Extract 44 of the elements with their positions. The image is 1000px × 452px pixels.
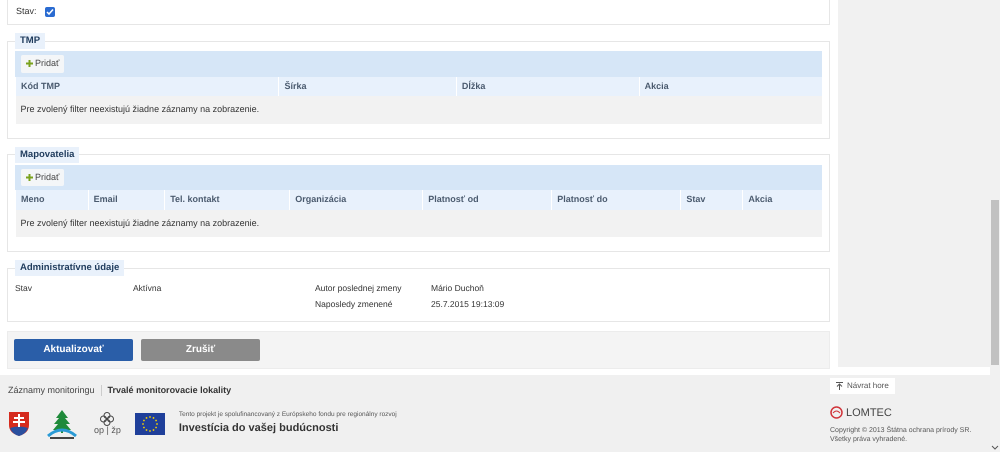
field-value: Mário Duchoň: [431, 282, 485, 295]
clover-icon: [100, 412, 114, 426]
tree-logo-icon: [44, 408, 80, 440]
plus-icon: [26, 60, 33, 68]
section-title: Mapovatelia: [15, 146, 80, 162]
back-to-top-button[interactable]: Návrat hore: [830, 378, 895, 394]
column-header[interactable]: Email: [88, 190, 165, 210]
column-header[interactable]: Meno: [16, 190, 88, 210]
eu-flag-icon: [134, 412, 165, 434]
logo-text: op | žp: [94, 426, 121, 435]
field-value: 25.7.2015 19:13:09: [431, 298, 506, 310]
field-label: Autor poslednej zmeny: [315, 282, 402, 295]
footer-link[interactable]: Trvalé monitorovacie lokality: [108, 384, 232, 398]
coat-of-arms-icon: [8, 410, 30, 436]
update-button[interactable]: Aktualizovať: [14, 338, 133, 360]
slogan: Investícia do vašej budúcnosti: [178, 421, 340, 436]
scrollbar-drawing[interactable]: [990, 0, 1000, 452]
footer-link[interactable]: Záznamy monitoringu: [8, 384, 95, 398]
field-value: Aktívna: [133, 282, 162, 295]
column-header[interactable]: Šírka: [278, 76, 456, 96]
column-header[interactable]: Stav: [680, 190, 743, 210]
empty-message: Pre zvolený filter neexistujú žiadne záznamy na zobrazenie.: [16, 210, 822, 237]
add-button[interactable]: Pridať: [21, 168, 64, 186]
field-label: Stav:: [16, 5, 37, 18]
column-header[interactable]: Platnosť do: [552, 190, 681, 210]
section-title: TMP: [15, 33, 46, 49]
column-header[interactable]: Platnosť od: [422, 190, 552, 210]
plus-icon: [26, 174, 33, 181]
add-button[interactable]: Pridať: [21, 55, 64, 72]
column-header[interactable]: Tel. kontakt: [164, 190, 290, 210]
arrow-up-icon: [836, 382, 843, 390]
column-header[interactable]: Akcia: [639, 76, 822, 96]
field-label: Stav: [15, 282, 34, 295]
empty-message: Pre zvolený filter neexistujú žiadne záznamy na zobrazenie.: [16, 96, 822, 124]
column-header[interactable]: Organizácia: [290, 190, 423, 210]
checkbox[interactable]: [44, 7, 55, 17]
column-header[interactable]: Dĺžka: [456, 76, 640, 96]
cancel-button[interactable]: Zrušiť: [141, 338, 260, 360]
brand-logo-icon: [830, 406, 843, 420]
brand-name: LOMTEC: [846, 406, 892, 420]
field-label: Naposledy zmenené: [315, 298, 394, 310]
column-header[interactable]: Kód TMP: [16, 76, 279, 96]
section-title: Administratívne údaje: [15, 260, 124, 276]
column-header[interactable]: Akcia: [742, 190, 822, 210]
